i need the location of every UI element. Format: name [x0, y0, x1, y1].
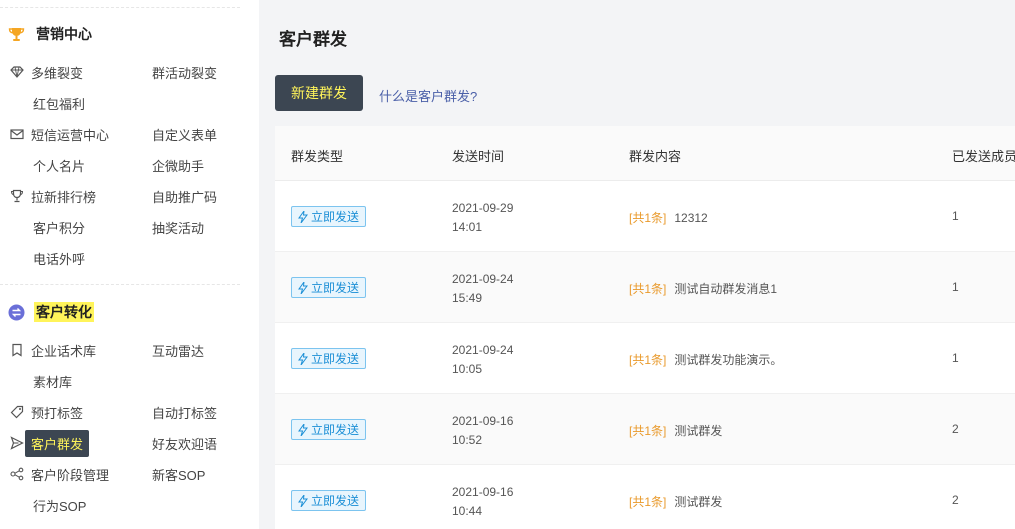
bookmark-icon	[10, 343, 24, 357]
trophy-gold-icon	[8, 26, 25, 43]
nav-item-red-packet[interactable]: 红包福利	[33, 91, 85, 115]
nav-item-leaderboard[interactable]: 拉新排行榜	[10, 184, 96, 208]
column-header-time: 发送时间	[452, 149, 505, 164]
nav-item-behavior-sop[interactable]: 行为SOP	[33, 493, 86, 517]
exchange-icon	[8, 304, 25, 321]
nav-item-business-card[interactable]: 个人名片	[33, 153, 85, 177]
nav-item-script-library[interactable]: 企业话术库	[10, 338, 96, 362]
table-row: 立即发送 2021-09-24 10:05 [共1条] 测试群发功能演示。 1	[275, 323, 1015, 394]
sent-count: 1	[952, 209, 959, 223]
column-header-content: 群发内容	[629, 149, 682, 164]
flow-icon	[10, 467, 24, 481]
broadcast-content: [共1条] 测试自动群发消息1	[629, 282, 778, 296]
section-title: 客户转化	[34, 302, 94, 322]
page-title: 客户群发	[279, 30, 347, 49]
tag-icon	[10, 405, 24, 419]
broadcast-content: [共1条] 测试群发	[629, 495, 723, 509]
table-row: 立即发送 2021-09-16 10:52 [共1条] 测试群发 2	[275, 394, 1015, 465]
nav-item-promo-code[interactable]: 自助推广码	[152, 184, 217, 208]
send-time: 2021-09-16 10:44	[452, 485, 514, 518]
table-row: 立即发送 2021-09-16 10:44 [共1条] 测试群发 2	[275, 465, 1015, 529]
send-type-tag: 立即发送	[291, 348, 367, 369]
main-content: 客户群发 新建群发 什么是客户群发? 群发类型 发送时间 群发内容 已发送成员 …	[259, 0, 1015, 529]
sent-count: 1	[952, 280, 959, 294]
nav-item-customer-broadcast[interactable]: 客户群发	[10, 429, 90, 457]
send-type-tag: 立即发送	[291, 490, 367, 511]
send-icon	[10, 436, 24, 450]
section-title: 营销中心	[36, 26, 92, 42]
nav-item-pre-tag[interactable]: 预打标签	[10, 400, 83, 424]
nav-item-group-fission[interactable]: 群活动裂变	[152, 60, 217, 84]
broadcast-content: [共1条] 测试群发	[629, 424, 723, 438]
nav-item-customer-points[interactable]: 客户积分	[33, 215, 85, 239]
broadcast-table: 群发类型 发送时间 群发内容 已发送成员 立即发送 2021-09-29 14:0…	[275, 126, 1015, 529]
nav-item-welcome-msg[interactable]: 好友欢迎语	[152, 431, 217, 455]
nav-item-wecom-assistant[interactable]: 企微助手	[152, 153, 204, 177]
table-header: 群发类型 发送时间 群发内容 已发送成员	[275, 126, 1015, 181]
column-header-sent: 已发送成员	[952, 149, 1015, 164]
nav-item-radar[interactable]: 互动雷达	[152, 338, 204, 362]
nav-item-auto-tag[interactable]: 自动打标签	[152, 400, 217, 424]
nav-item-sms-center[interactable]: 短信运营中心	[10, 122, 109, 146]
nav-item-phone-call[interactable]: 电话外呼	[33, 246, 85, 270]
section-conversion: 客户转化	[8, 301, 94, 323]
send-time: 2021-09-24 15:49	[452, 272, 514, 305]
send-time: 2021-09-29 14:01	[452, 201, 514, 234]
lightning-icon	[298, 352, 308, 365]
broadcast-content: [共1条] 测试群发功能演示。	[629, 353, 783, 367]
nav-item-stage-management[interactable]: 客户阶段管理	[10, 462, 109, 486]
broadcast-content: [共1条] 12312	[629, 211, 708, 225]
table-row: 立即发送 2021-09-24 15:49 [共1条] 测试自动群发消息1 1	[275, 252, 1015, 323]
section-marketing: 营销中心	[8, 23, 94, 45]
mail-icon	[10, 127, 24, 141]
lightning-icon	[298, 281, 308, 294]
lightning-icon	[298, 423, 308, 436]
divider	[0, 7, 240, 8]
send-time: 2021-09-16 10:52	[452, 414, 514, 447]
diamond-icon	[10, 65, 24, 79]
column-header-type: 群发类型	[291, 149, 344, 164]
lightning-icon	[298, 494, 308, 507]
divider	[0, 284, 240, 285]
help-link[interactable]: 什么是客户群发?	[379, 86, 477, 105]
send-type-tag: 立即发送	[291, 419, 367, 440]
nav-item-multi-fission[interactable]: 多维裂变	[10, 60, 83, 84]
nav-item-lottery[interactable]: 抽奖活动	[152, 215, 204, 239]
send-type-tag: 立即发送	[291, 206, 367, 227]
new-broadcast-button[interactable]: 新建群发	[275, 75, 363, 111]
lightning-icon	[298, 210, 308, 223]
table-row: 立即发送 2021-09-29 14:01 [共1条] 12312 1	[275, 181, 1015, 252]
sidebar: 营销中心 多维裂变 群活动裂变 红包福利 短信运营中心 自定义表单 个人名片 企…	[0, 0, 259, 529]
send-type-tag: 立即发送	[291, 277, 367, 298]
nav-item-custom-form[interactable]: 自定义表单	[152, 122, 217, 146]
nav-item-new-customer-sop[interactable]: 新客SOP	[152, 462, 205, 486]
sent-count: 2	[952, 422, 959, 436]
send-time: 2021-09-24 10:05	[452, 343, 514, 376]
sent-count: 2	[952, 493, 959, 507]
sent-count: 1	[952, 351, 959, 365]
trophy-icon	[10, 189, 24, 203]
nav-item-materials[interactable]: 素材库	[33, 369, 72, 393]
